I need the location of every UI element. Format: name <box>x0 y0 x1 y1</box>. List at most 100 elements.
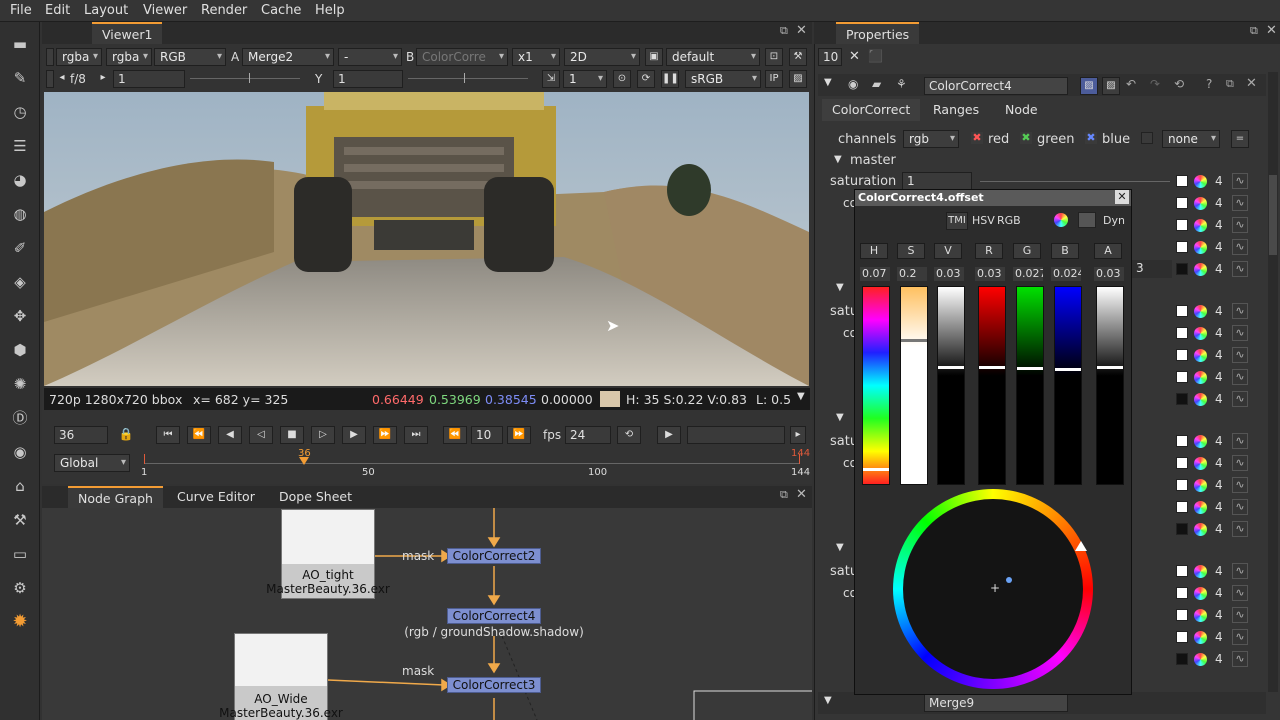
row-color-swatch[interactable] <box>1176 197 1188 209</box>
saturation-slider[interactable] <box>980 181 1170 182</box>
float-icon[interactable]: ⧉ <box>780 24 788 38</box>
skip-forward-icon[interactable]: ⏩ <box>507 426 531 444</box>
in-point-marker[interactable] <box>144 454 145 464</box>
fps-field[interactable]: 24 <box>565 426 611 444</box>
row-curve-icon[interactable]: ∿ <box>1232 477 1248 493</box>
center-node-icon[interactable]: ◉ <box>848 77 858 91</box>
row-curve-icon[interactable]: ∿ <box>1232 651 1248 667</box>
row-curve-icon[interactable]: ∿ <box>1232 585 1248 601</box>
revert-icon[interactable]: ⟲ <box>1174 77 1184 91</box>
colorspace-dropdown[interactable]: sRGB <box>685 70 761 88</box>
first-frame-icon[interactable]: ⏮ <box>156 426 180 444</box>
input-process-button[interactable]: IP <box>765 70 783 88</box>
row-curve-icon[interactable]: ∿ <box>1232 455 1248 471</box>
highlights-collapse-icon[interactable]: ▼ <box>836 542 844 553</box>
next-keyframe-icon[interactable]: ⏩ <box>373 426 397 444</box>
draw-tools-icon[interactable]: ✎ <box>9 67 31 89</box>
row-channel-count[interactable]: 4 <box>1215 392 1223 406</box>
sat-value-field[interactable]: 0.2 <box>897 267 927 281</box>
row-curve-icon[interactable]: ∿ <box>1232 433 1248 449</box>
prev-frame-icon[interactable]: ◀ <box>218 426 242 444</box>
close-icon[interactable]: ✕ <box>796 23 807 38</box>
row-color-wheel-icon[interactable] <box>1194 479 1207 492</box>
play-backward-icon[interactable]: ◁ <box>249 426 273 444</box>
node-icon[interactable]: ⚘ <box>896 77 907 91</box>
gamma-field[interactable]: 1 <box>333 70 403 88</box>
menu-cache[interactable]: Cache <box>261 3 301 18</box>
furnace-tools-icon[interactable]: ▭ <box>9 543 31 565</box>
hue-channel-button[interactable]: H <box>860 243 888 259</box>
tmi-mode-button[interactable]: TMI <box>946 212 968 230</box>
row-color-wheel-icon[interactable] <box>1194 457 1207 470</box>
sat-channel-button[interactable]: S <box>897 243 925 259</box>
gain-field[interactable]: 1 <box>113 70 185 88</box>
row-color-swatch[interactable] <box>1176 263 1188 275</box>
merge9-collapse-icon[interactable]: ▼ <box>824 695 832 706</box>
zoom-dropdown[interactable]: x1 <box>512 48 560 66</box>
menu-help[interactable]: Help <box>315 3 345 18</box>
skip-back-icon[interactable]: ⏪ <box>443 426 467 444</box>
filter-tools-icon[interactable]: ◍ <box>9 203 31 225</box>
row-channel-count[interactable]: 4 <box>1215 500 1223 514</box>
row-channel-count[interactable]: 4 <box>1215 218 1223 232</box>
viewer-menu-icon[interactable] <box>46 48 54 66</box>
row-color-swatch[interactable] <box>1176 175 1188 187</box>
playback-range-field[interactable] <box>687 426 785 444</box>
row-curve-icon[interactable]: ∿ <box>1232 563 1248 579</box>
row-curve-icon[interactable]: ∿ <box>1232 369 1248 385</box>
menu-render[interactable]: Render <box>201 3 247 18</box>
image-tools-icon[interactable]: ▬ <box>9 33 31 55</box>
undo-icon[interactable]: ↶ <box>1126 77 1136 91</box>
hue-marker[interactable] <box>1075 541 1087 551</box>
row-channel-count[interactable]: 4 <box>1215 304 1223 318</box>
3d-tools-icon[interactable]: ⬢ <box>9 339 31 361</box>
row-curve-icon[interactable]: ∿ <box>1232 325 1248 341</box>
row-channel-count[interactable]: 4 <box>1215 456 1223 470</box>
master-collapse-icon[interactable]: ▼ <box>834 154 842 165</box>
row-curve-icon[interactable]: ∿ <box>1232 173 1248 189</box>
row-color-swatch[interactable] <box>1176 653 1188 665</box>
row-color-wheel-icon[interactable] <box>1194 523 1207 536</box>
tab-viewer1[interactable]: Viewer1 <box>92 22 163 44</box>
pause-update-icon[interactable]: ⊙ <box>613 70 631 88</box>
settings-icon[interactable]: ⚒ <box>789 48 807 66</box>
extra-channel-select[interactable]: none <box>1162 130 1220 148</box>
channels-dropdown[interactable]: rgba <box>56 48 102 66</box>
node-colorcorrect4[interactable]: ColorCorrect4 <box>447 608 541 624</box>
color-icon-2[interactable]: ▨ <box>1102 77 1120 95</box>
row-channel-count[interactable]: 4 <box>1215 652 1223 666</box>
row-color-wheel-icon[interactable] <box>1194 435 1207 448</box>
merge-tools-icon[interactable]: ◈ <box>9 271 31 293</box>
row-color-swatch[interactable] <box>1176 349 1188 361</box>
display-dropdown[interactable]: RGB <box>154 48 226 66</box>
row-color-swatch[interactable] <box>1176 435 1188 447</box>
row-color-swatch[interactable] <box>1176 219 1188 231</box>
max-panels-field[interactable]: 10 <box>818 48 842 66</box>
blue-slider[interactable] <box>1054 286 1082 485</box>
hue-slider[interactable] <box>862 286 890 485</box>
row-color-wheel-icon[interactable] <box>1194 197 1207 210</box>
help-icon[interactable]: ? <box>1206 77 1212 91</box>
link-icon[interactable]: = <box>1231 130 1249 148</box>
green-slider[interactable] <box>1016 286 1044 485</box>
roi-icon[interactable]: ⊡ <box>765 48 783 66</box>
info-menu-icon[interactable]: ▼ <box>797 391 805 402</box>
node-colorcorrect3[interactable]: ColorCorrect3 <box>447 677 541 693</box>
next-frame-icon[interactable]: ▶ <box>342 426 366 444</box>
deep-tools-icon[interactable]: Ⓓ <box>9 407 31 429</box>
clipping-icon[interactable]: ▨ <box>789 70 807 88</box>
row-channel-count[interactable]: 4 <box>1215 630 1223 644</box>
gain-slider-handle[interactable] <box>249 73 250 83</box>
row-color-wheel-icon[interactable] <box>1194 609 1207 622</box>
dynamic-mode-button[interactable]: Dyn <box>1103 214 1125 227</box>
tab-node-graph[interactable]: Node Graph <box>68 486 163 508</box>
row-curve-icon[interactable]: ∿ <box>1232 195 1248 211</box>
alpha-checkbox[interactable] <box>1141 132 1153 144</box>
row-curve-icon[interactable]: ∿ <box>1232 391 1248 407</box>
wheel-color-marker[interactable] <box>1006 577 1012 583</box>
toolsets-icon[interactable]: ⚙ <box>9 577 31 599</box>
prop-tab-ranges[interactable]: Ranges <box>923 99 989 121</box>
row-channel-count[interactable]: 4 <box>1215 522 1223 536</box>
row-channel-count[interactable]: 4 <box>1215 240 1223 254</box>
row-channel-count[interactable]: 4 <box>1215 586 1223 600</box>
